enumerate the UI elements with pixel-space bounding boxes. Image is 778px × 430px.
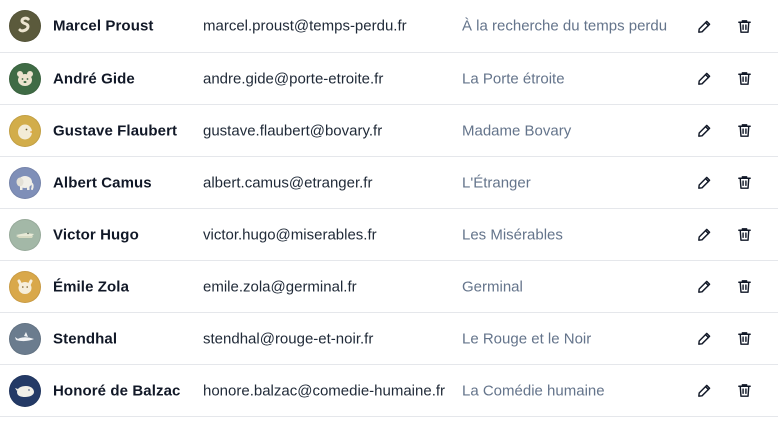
trash-icon: [736, 278, 753, 295]
crocodile-icon: [13, 223, 37, 247]
avatar: [9, 218, 41, 251]
author-name: Marcel Proust: [53, 17, 154, 35]
author-name: Gustave Flaubert: [53, 122, 178, 139]
snake-icon: [13, 14, 37, 38]
table-row: Gustave Flaubert gustave.flaubert@bovary.…: [0, 105, 778, 157]
table-row: Stendhal stendhal@rouge-et-noir.fr Le Roug…: [0, 313, 778, 365]
author-work: Madame Bovary: [462, 122, 572, 139]
author-work: À la recherche du temps perdu: [462, 17, 668, 35]
authors-table: Marcel Proust marcel.proust@temps-perdu.f…: [0, 0, 778, 417]
edit-button[interactable]: [690, 377, 718, 405]
author-email: andre.gide@porte-etroite.fr: [203, 70, 384, 87]
delete-button[interactable]: [730, 12, 758, 40]
pencil-icon: [696, 226, 713, 243]
trash-icon: [736, 226, 753, 243]
author-name: André Gide: [53, 70, 135, 87]
author-email: stendhal@rouge-et-noir.fr: [203, 330, 374, 347]
trash-icon: [736, 18, 753, 35]
trash-icon: [736, 382, 753, 399]
author-name: Émile Zola: [53, 278, 130, 295]
author-work: Les Misérables: [462, 226, 563, 243]
shark-icon: [13, 327, 37, 351]
avatar: [9, 62, 41, 95]
whale-icon: [13, 379, 37, 403]
author-work: Le Rouge et le Noir: [462, 330, 592, 347]
elephant-icon: [13, 171, 37, 195]
table-row: Honoré de Balzac honore.balzac@comedie-hu…: [0, 365, 778, 417]
author-email: honore.balzac@comedie-humaine.fr: [203, 382, 446, 399]
pencil-icon: [696, 70, 713, 87]
table-row: André Gide andre.gide@porte-etroite.fr La …: [0, 53, 778, 105]
trash-icon: [736, 70, 753, 87]
avatar: [9, 270, 41, 303]
author-email: marcel.proust@temps-perdu.fr: [203, 17, 407, 35]
author-email: emile.zola@germinal.fr: [203, 278, 357, 295]
delete-button[interactable]: [730, 273, 758, 301]
pencil-icon: [696, 174, 713, 191]
author-email: victor.hugo@miserables.fr: [203, 226, 377, 243]
author-name: Honoré de Balzac: [53, 382, 181, 399]
pencil-icon: [696, 330, 713, 347]
edit-button[interactable]: [690, 117, 718, 145]
delete-button[interactable]: [730, 377, 758, 405]
table-row: Victor Hugo victor.hugo@miserables.fr Les …: [0, 209, 778, 261]
delete-button[interactable]: [730, 325, 758, 353]
author-work: La Porte étroite: [462, 70, 565, 87]
delete-button[interactable]: [730, 117, 758, 145]
author-email: gustave.flaubert@bovary.fr: [203, 122, 383, 139]
pencil-icon: [696, 18, 713, 35]
bear-icon: [13, 67, 37, 91]
delete-button[interactable]: [730, 65, 758, 93]
author-name: Victor Hugo: [53, 226, 139, 243]
table-row: Albert Camus albert.camus@etranger.fr L'Ét…: [0, 157, 778, 209]
delete-button[interactable]: [730, 169, 758, 197]
pencil-icon: [696, 382, 713, 399]
avatar: [9, 166, 41, 199]
author-email: albert.camus@etranger.fr: [203, 174, 373, 191]
author-name: Albert Camus: [53, 174, 152, 191]
author-work: La Comédie humaine: [462, 382, 605, 399]
delete-button[interactable]: [730, 221, 758, 249]
edit-button[interactable]: [690, 325, 718, 353]
trash-icon: [736, 330, 753, 347]
trash-icon: [736, 174, 753, 191]
avatar: [9, 374, 41, 407]
edit-button[interactable]: [690, 169, 718, 197]
trash-icon: [736, 122, 753, 139]
edit-button[interactable]: [690, 221, 718, 249]
chick-icon: [13, 119, 37, 143]
table-row: Marcel Proust marcel.proust@temps-perdu.f…: [0, 0, 778, 53]
cat-icon: [13, 275, 37, 299]
pencil-icon: [696, 278, 713, 295]
author-work: Germinal: [462, 278, 523, 295]
avatar: [9, 114, 41, 147]
avatar: [9, 322, 41, 355]
table-row: Émile Zola emile.zola@germinal.fr Germinal: [0, 261, 778, 313]
avatar: [9, 10, 41, 42]
author-work: L'Étranger: [462, 174, 531, 191]
edit-button[interactable]: [690, 12, 718, 40]
edit-button[interactable]: [690, 273, 718, 301]
edit-button[interactable]: [690, 65, 718, 93]
author-name: Stendhal: [53, 330, 118, 347]
pencil-icon: [696, 122, 713, 139]
